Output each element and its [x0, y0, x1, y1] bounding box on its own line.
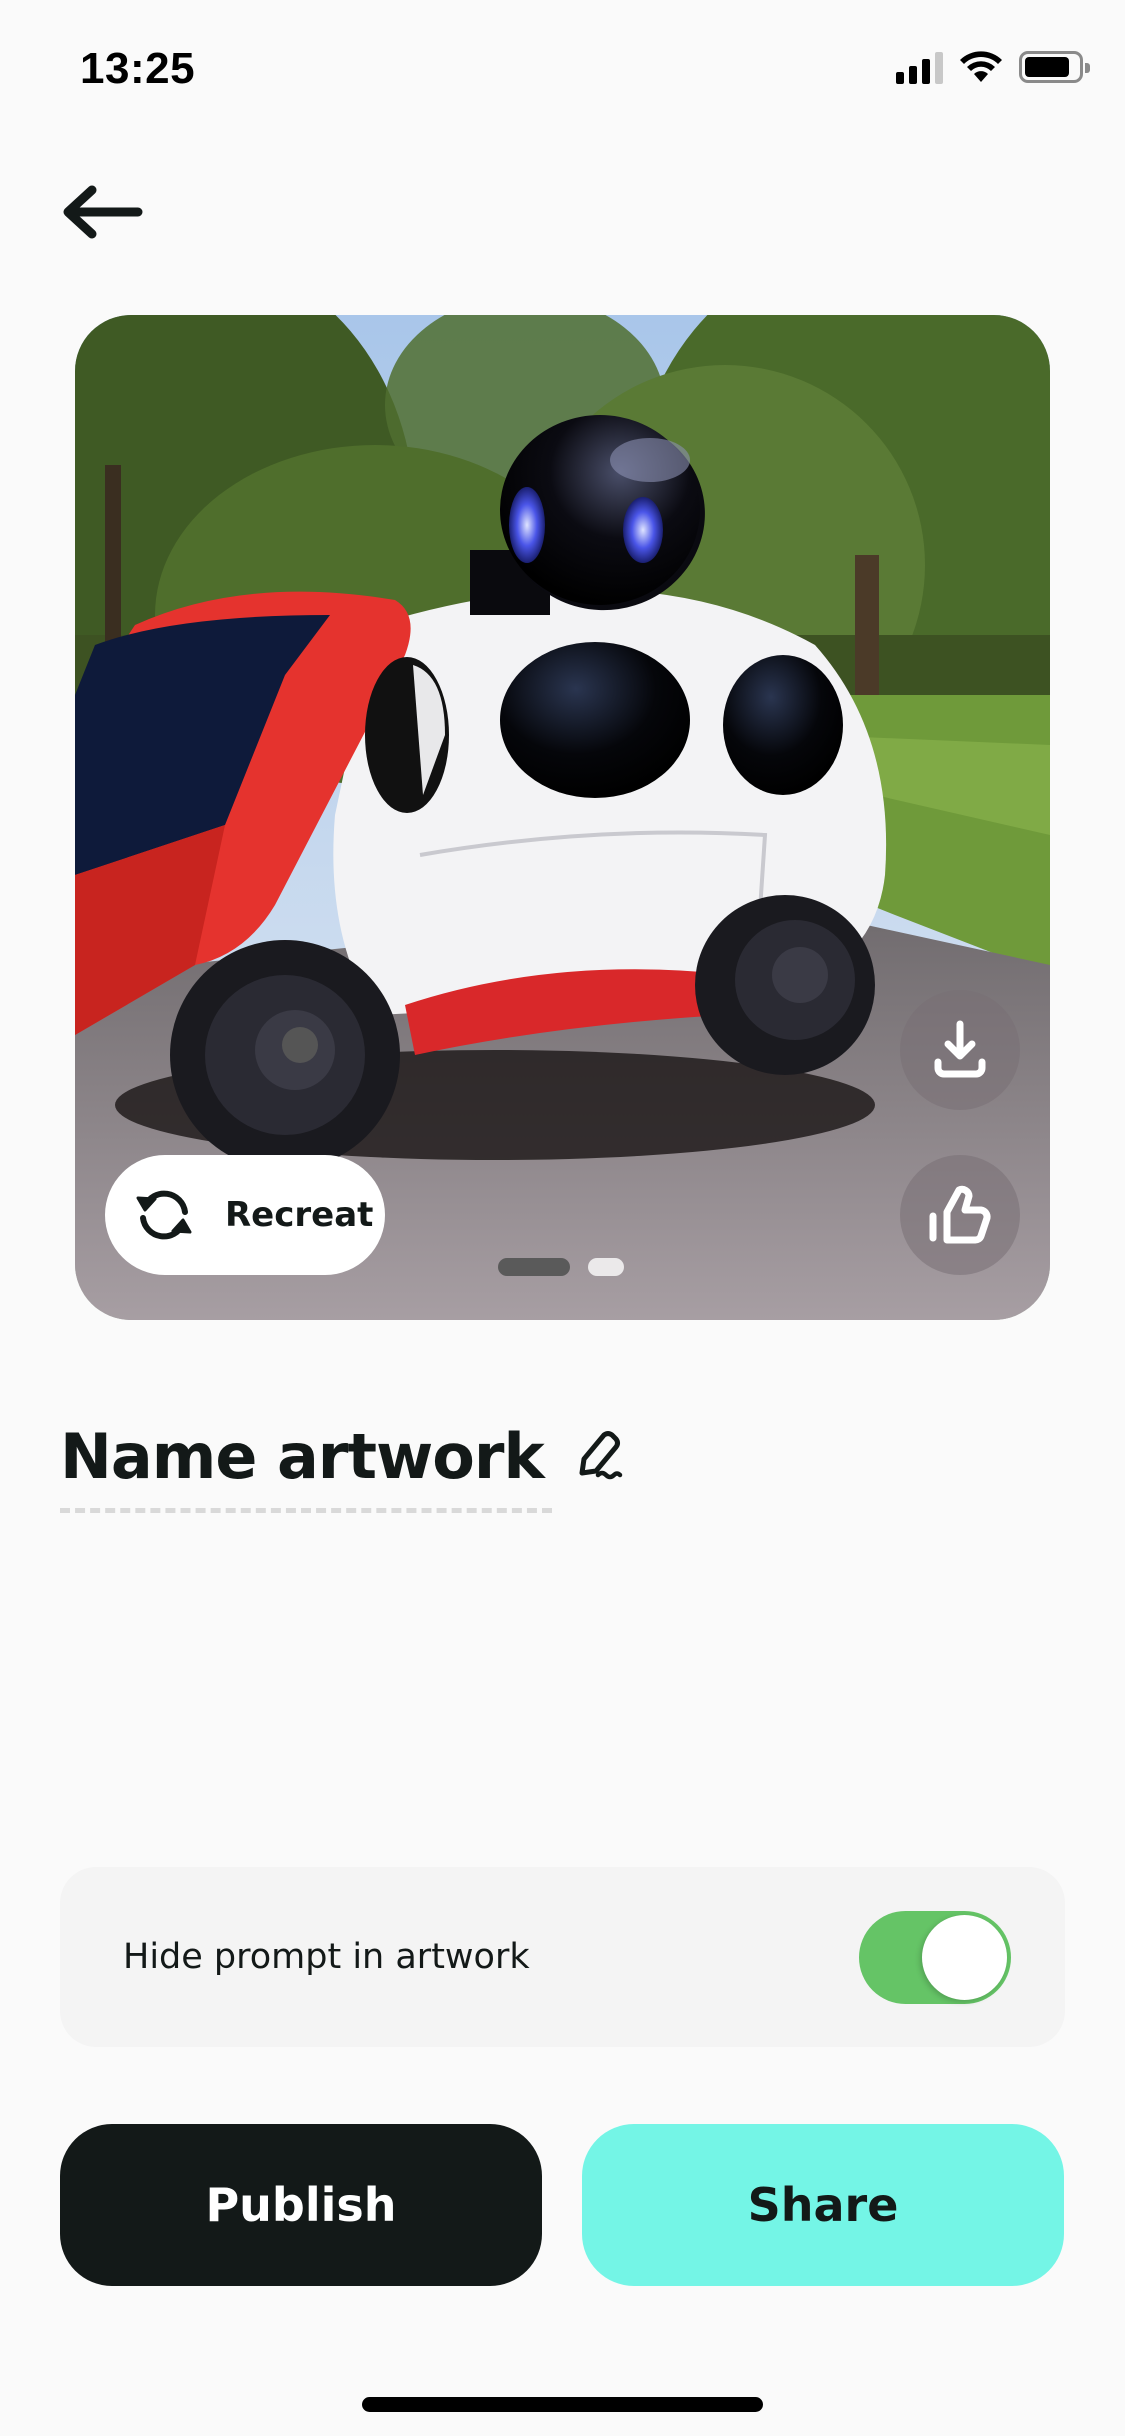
download-button[interactable]	[900, 990, 1020, 1110]
recreate-button[interactable]: Recreat	[105, 1155, 385, 1275]
refresh-icon	[136, 1190, 192, 1240]
thumbs-up-icon	[929, 1185, 991, 1244]
status-icons	[896, 50, 1090, 84]
download-icon	[934, 1020, 986, 1078]
page-dot[interactable]	[588, 1258, 624, 1276]
hide-prompt-setting: Hide prompt in artwork	[60, 1867, 1065, 2047]
hide-prompt-label: Hide prompt in artwork	[123, 1937, 530, 1977]
artwork-title[interactable]: Name artwork	[60, 1420, 545, 1493]
hide-prompt-toggle[interactable]	[859, 1910, 1011, 2004]
share-button[interactable]: Share	[582, 2124, 1064, 2286]
status-time: 13:25	[80, 44, 196, 93]
wifi-icon	[960, 51, 1002, 82]
arrow-left-icon	[63, 185, 143, 239]
artwork-image-card[interactable]: Recreat	[75, 315, 1050, 1320]
recreate-label: Recreat	[225, 1195, 374, 1235]
artwork-title-row[interactable]: Name artwork	[60, 1420, 628, 1493]
toggle-knob	[922, 1914, 1007, 2000]
publish-button[interactable]: Publish	[60, 2124, 542, 2286]
back-button[interactable]	[56, 180, 152, 244]
battery-icon	[1019, 51, 1090, 83]
like-button[interactable]	[900, 1155, 1020, 1275]
page-dot-active[interactable]	[498, 1258, 570, 1276]
pagination-dots	[498, 1258, 624, 1276]
home-indicator[interactable]	[362, 2397, 763, 2412]
signal-icon	[896, 50, 943, 84]
title-underline	[60, 1508, 552, 1513]
pencil-icon[interactable]	[572, 1429, 628, 1485]
